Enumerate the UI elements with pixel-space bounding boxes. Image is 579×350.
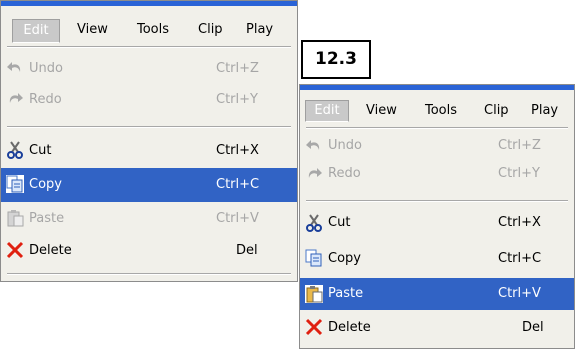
menu-tools[interactable]: Tools <box>425 103 457 118</box>
menu-play[interactable]: Play <box>246 22 273 37</box>
menu-item-shortcut: Ctrl+X <box>498 215 541 230</box>
menu-clip[interactable]: Clip <box>484 103 509 118</box>
menu-edit[interactable]: Edit <box>305 100 349 122</box>
title-stripe <box>1 1 297 6</box>
menu-item-label: Cut <box>29 143 52 158</box>
separator <box>7 126 291 128</box>
menu-item-label: Undo <box>29 61 63 76</box>
menu-item-label: Undo <box>328 138 362 153</box>
menu-item-shortcut: Ctrl+C <box>216 177 260 192</box>
menu-item-label: Paste <box>328 286 364 301</box>
separator <box>306 127 568 129</box>
scissors-icon <box>306 214 322 232</box>
menu-item-undo[interactable]: Undo Ctrl+Z <box>300 133 574 159</box>
menu-tools[interactable]: Tools <box>137 22 169 37</box>
menu-view[interactable]: View <box>366 103 397 118</box>
menu-item-shortcut: Ctrl+Z <box>498 138 541 153</box>
menu-edit[interactable]: Edit <box>12 19 60 43</box>
menu-item-shortcut: Ctrl+C <box>498 251 542 266</box>
menu-item-paste[interactable]: Paste Ctrl+V <box>300 278 574 310</box>
copy-icon <box>6 175 24 193</box>
undo-icon <box>306 140 320 150</box>
undo-icon <box>7 62 21 72</box>
redo-icon <box>9 93 23 103</box>
menu-item-paste[interactable]: Paste Ctrl+V <box>1 205 297 233</box>
menubar: Edit View Tools Clip Play <box>1 13 297 45</box>
menu-view[interactable]: View <box>77 22 108 37</box>
menu-item-shortcut: Ctrl+V <box>498 286 541 301</box>
menu-item-copy[interactable]: Copy Ctrl+C <box>1 168 297 202</box>
menu-item-label: Delete <box>328 320 371 335</box>
delete-x-icon <box>305 318 323 336</box>
menu-item-undo[interactable]: Undo Ctrl+Z <box>1 56 297 82</box>
right-menu-panel: Edit View Tools Clip Play Undo Ctrl+Z Re… <box>299 84 575 349</box>
menu-item-redo[interactable]: Redo Ctrl+Y <box>1 87 297 113</box>
separator <box>7 273 291 275</box>
scissors-icon <box>7 141 23 159</box>
menu-item-label: Cut <box>328 215 351 230</box>
delete-x-icon <box>6 241 24 259</box>
menu-item-shortcut: Del <box>236 243 258 258</box>
separator <box>306 200 568 202</box>
menu-item-shortcut: Ctrl+Y <box>498 166 540 181</box>
menu-clip[interactable]: Clip <box>198 22 223 37</box>
left-menu-panel: Edit View Tools Clip Play Undo Ctrl+Z Re… <box>0 0 298 282</box>
menu-item-shortcut: Ctrl+X <box>216 143 259 158</box>
menu-item-cut[interactable]: Cut Ctrl+X <box>1 137 297 165</box>
menu-item-redo[interactable]: Redo Ctrl+Y <box>300 161 574 187</box>
menu-item-label: Delete <box>29 243 72 258</box>
menubar: Edit View Tools Clip Play <box>300 97 574 129</box>
redo-icon <box>308 168 322 178</box>
menu-item-delete[interactable]: Delete Del <box>300 314 574 342</box>
copy-icon <box>305 249 322 267</box>
paste-icon <box>7 210 24 227</box>
menu-item-label: Redo <box>29 92 62 107</box>
version-badge: 12.3 <box>301 40 371 79</box>
menu-item-shortcut: Ctrl+Z <box>216 61 259 76</box>
menu-item-shortcut: Ctrl+Y <box>216 92 258 107</box>
menu-item-label: Copy <box>29 177 62 192</box>
separator <box>7 46 291 48</box>
menu-item-cut[interactable]: Cut Ctrl+X <box>300 209 574 237</box>
menu-item-shortcut: Ctrl+V <box>216 211 259 226</box>
menu-item-label: Copy <box>328 251 361 266</box>
menu-item-shortcut: Del <box>522 320 544 335</box>
menu-item-label: Redo <box>328 166 361 181</box>
menu-play[interactable]: Play <box>531 103 558 118</box>
paste-icon <box>305 285 323 303</box>
menu-item-label: Paste <box>29 211 65 226</box>
menu-item-delete[interactable]: Delete Del <box>1 237 297 265</box>
title-stripe <box>300 85 574 90</box>
menu-item-copy[interactable]: Copy Ctrl+C <box>300 245 574 273</box>
